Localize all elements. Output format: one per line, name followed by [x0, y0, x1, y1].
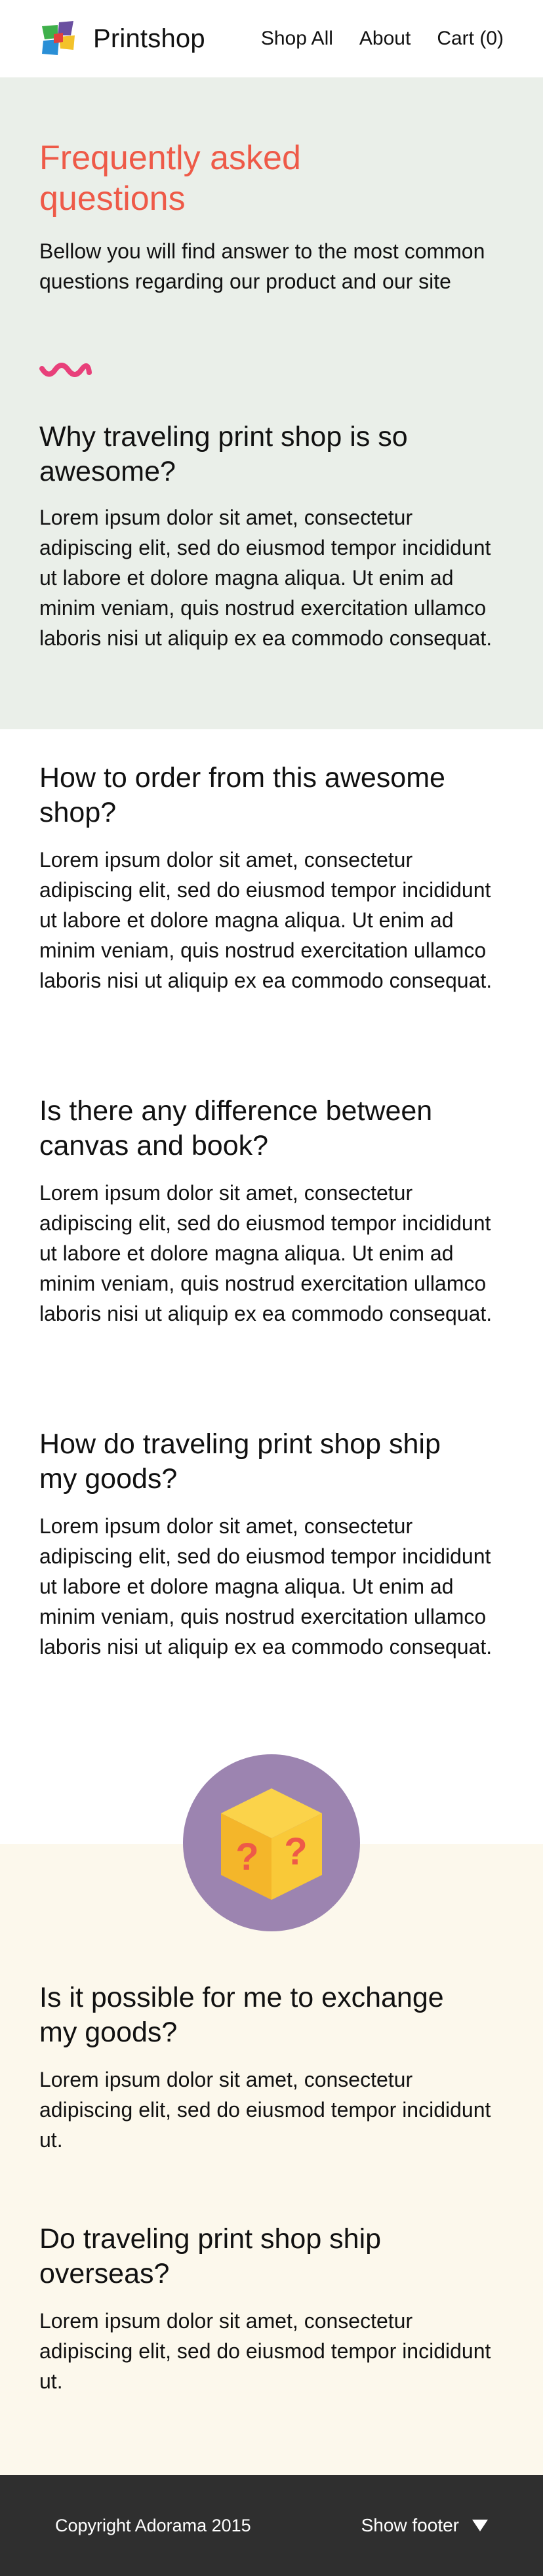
show-footer-label: Show footer: [361, 2515, 459, 2535]
site-footer: Copyright Adorama 2015 Show footer: [0, 2475, 543, 2576]
mystery-box-icon: ? ?: [183, 1754, 360, 1931]
faq-question-4: How do traveling print shop ship my good…: [39, 1428, 441, 1495]
nav-about[interactable]: About: [359, 28, 411, 50]
show-footer-button[interactable]: Show footer: [361, 2515, 488, 2536]
faq-question-6: Do traveling print shop ship overseas?: [39, 2223, 382, 2289]
squiggle-divider-icon: [39, 363, 92, 377]
brand-name: Printshop: [93, 24, 205, 53]
logo-icon: [42, 21, 75, 55]
main-nav: Shop All About Cart (0): [261, 28, 504, 50]
faq-answer-1: Lorem ipsum dolor sit amet, consectetur …: [39, 506, 493, 650]
page-title: Frequently asked questions: [39, 139, 301, 218]
faq-question-3: Is there any difference between canvas a…: [39, 1095, 433, 1161]
faq-answer-5: Lorem ipsum dolor sit amet, consectetur …: [39, 2068, 491, 2152]
triangle-down-icon: [472, 2520, 488, 2531]
faq-answer-2: Lorem ipsum dolor sit amet, consectetur …: [39, 848, 493, 992]
faq-question-5: Is it possible for me to exchange my goo…: [39, 1982, 444, 2048]
faq-answer-6: Lorem ipsum dolor sit amet, consectetur …: [39, 2309, 491, 2393]
nav-shop-all[interactable]: Shop All: [261, 28, 333, 50]
question-mark-right: ?: [284, 1830, 307, 1873]
faq-answer-3: Lorem ipsum dolor sit amet, consectetur …: [39, 1181, 493, 1325]
faq-answer-4: Lorem ipsum dolor sit amet, consectetur …: [39, 1514, 493, 1659]
logo-link[interactable]: Printshop: [39, 20, 205, 58]
question-mark-left: ?: [235, 1836, 258, 1878]
faq-question-1: Why traveling print shop is so awesome?: [39, 421, 408, 487]
faq-question-2: How to order from this awesome shop?: [39, 762, 445, 828]
nav-cart[interactable]: Cart (0): [437, 28, 504, 50]
page-subtitle: Bellow you will find answer to the most …: [39, 239, 485, 293]
site-header: Printshop Shop All About Cart (0): [0, 0, 543, 77]
copyright-text: Copyright Adorama 2015: [55, 2515, 251, 2535]
